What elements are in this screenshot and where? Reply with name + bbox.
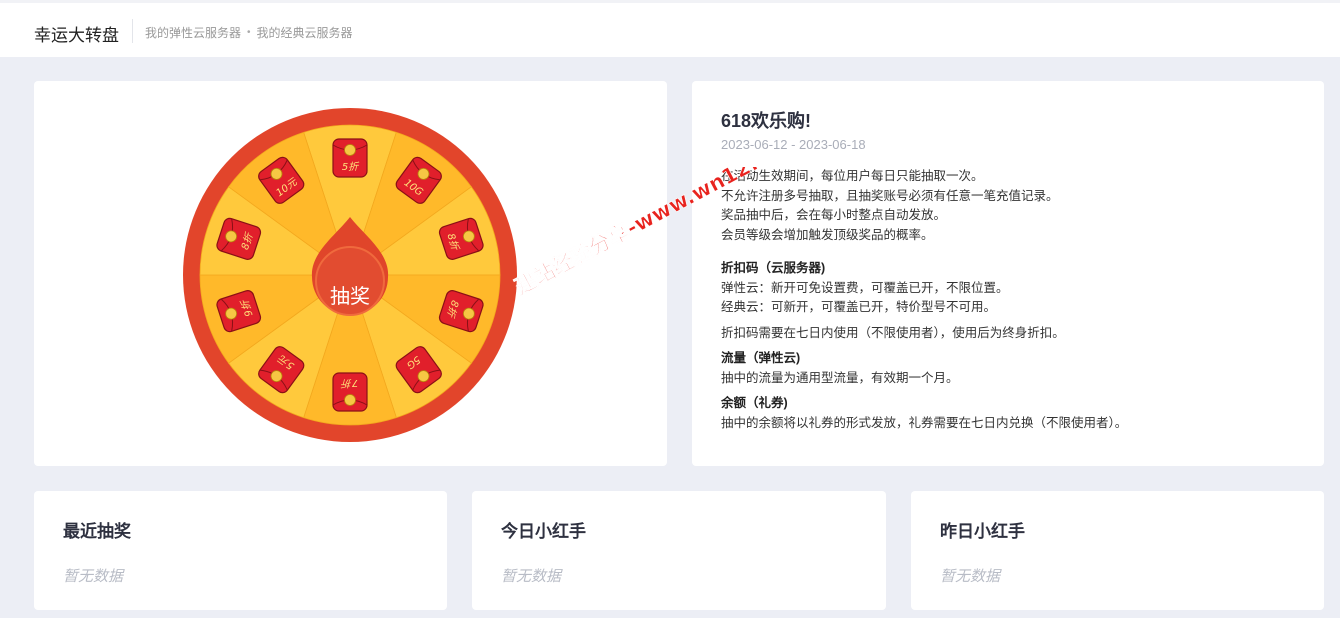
section-title: 折扣码（云服务器) bbox=[721, 261, 826, 275]
breadcrumb-elastic-servers[interactable]: 我的弹性云服务器 bbox=[145, 24, 241, 41]
panel-title: 今日小红手 bbox=[501, 522, 586, 541]
section-title: 流量（弹性云) bbox=[721, 351, 801, 365]
prize-label: 7折 bbox=[340, 377, 358, 389]
event-info-card: 618欢乐购! 2023-06-12 - 2023-06-18 在活动生效期间，… bbox=[692, 81, 1324, 466]
recent-draws-panel: 最近抽奖 暂无数据 bbox=[34, 491, 447, 610]
empty-state: 暂无数据 bbox=[940, 568, 1001, 585]
section-discount-code: 折扣码（云服务器) 弹性云：新开可免设置费，可覆盖已开，不限位置。 经典云：可新… bbox=[721, 259, 1311, 343]
section-balance: 余额（礼券) 抽中的余额将以礼券的形式发放，礼券需要在七日内兑换（不限使用者）。 bbox=[721, 394, 1311, 433]
section-traffic: 流量（弹性云) 抽中的流量为通用型流量，有效期一个月。 bbox=[721, 349, 1311, 388]
rule-text: 在活动生效期间，每位用户每日只能抽取一次。 bbox=[721, 169, 984, 183]
today-winners-panel: 今日小红手 暂无数据 bbox=[472, 491, 886, 610]
breadcrumb: 我的弹性云服务器 • 我的经典云服务器 bbox=[145, 24, 353, 41]
section-line: 弹性云：新开可免设置费，可覆盖已开，不限位置。 bbox=[721, 280, 1009, 295]
event-date-range: 2023-06-12 - 2023-06-18 bbox=[721, 137, 866, 152]
yesterday-winners-panel: 昨日小红手 暂无数据 bbox=[911, 491, 1324, 610]
coin-icon bbox=[344, 144, 356, 156]
section-line: 抽中的流量为通用型流量，有效期一个月。 bbox=[721, 370, 959, 385]
page-title: 幸运大转盘 bbox=[34, 26, 119, 45]
section-line: 经典云：可新开，可覆盖已开，特价型号不可用。 bbox=[721, 300, 997, 314]
section-line: 折扣码需要在七日内使用（不限使用者），使用后为终身折扣。 bbox=[721, 325, 1065, 340]
wheel-card: 5折 10G 8折 8折 5G 7折 5元 9折 8折 10元 抽奖 bbox=[34, 81, 667, 466]
empty-state: 暂无数据 bbox=[501, 568, 562, 585]
coin-icon bbox=[344, 394, 356, 406]
event-rules: 在活动生效期间，每位用户每日只能抽取一次。 不允许注册多号抽取，且抽奖账号必须有… bbox=[721, 167, 1311, 433]
prize-envelope: 7折 bbox=[332, 372, 368, 412]
event-title: 618欢乐购! bbox=[721, 111, 812, 131]
draw-button[interactable]: 抽奖 bbox=[309, 264, 391, 324]
lucky-wheel: 5折 10G 8折 8折 5G 7折 5元 9折 8折 10元 抽奖 bbox=[183, 108, 517, 442]
prize-label: 5折 bbox=[342, 161, 360, 173]
panel-title: 昨日小红手 bbox=[940, 522, 1025, 541]
rule-text: 会员等级会增加触发顶级奖品的概率。 bbox=[721, 227, 934, 242]
prize-envelope: 5折 bbox=[332, 138, 368, 178]
rule-text: 奖品抽中后，会在每小时整点自动发放。 bbox=[721, 208, 947, 222]
section-title: 余额（礼券) bbox=[721, 396, 788, 410]
panel-title: 最近抽奖 bbox=[63, 522, 131, 541]
rule-text: 不允许注册多号抽取，且抽奖账号必须有任意一笔充值记录。 bbox=[721, 188, 1059, 203]
section-line: 抽中的余额将以礼券的形式发放，礼券需要在七日内兑换（不限使用者）。 bbox=[721, 415, 1128, 430]
header-divider bbox=[132, 19, 133, 43]
breadcrumb-classic-servers[interactable]: 我的经典云服务器 bbox=[257, 24, 353, 41]
empty-state: 暂无数据 bbox=[63, 568, 124, 585]
top-bar: 幸运大转盘 我的弹性云服务器 • 我的经典云服务器 bbox=[0, 0, 1340, 57]
breadcrumb-separator: • bbox=[247, 27, 251, 38]
